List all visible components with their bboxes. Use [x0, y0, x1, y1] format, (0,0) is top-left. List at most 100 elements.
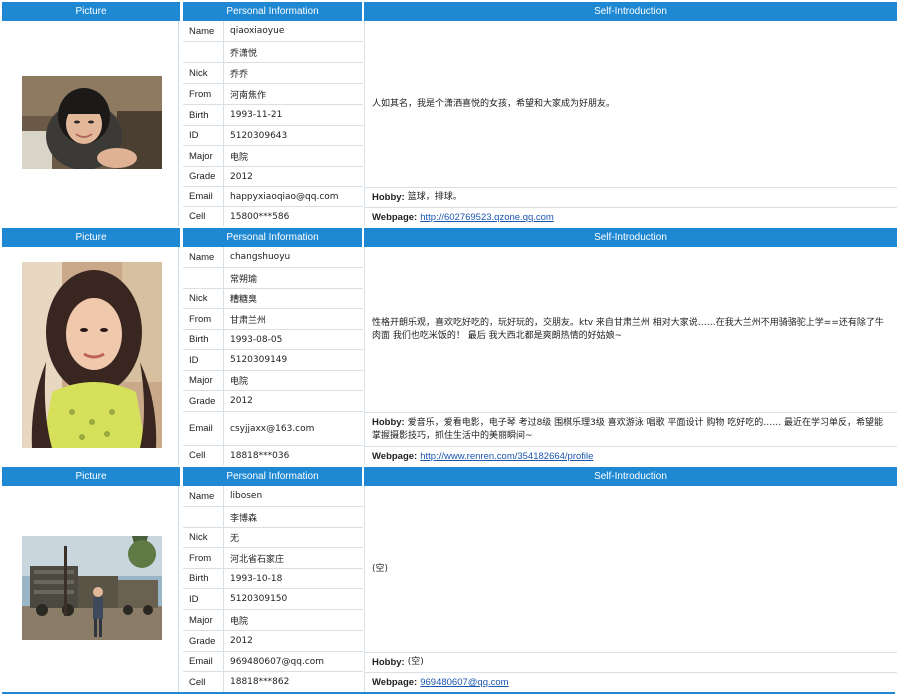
info-row-grade: Grade 2012	[183, 167, 363, 187]
value-nick: 乔乔	[230, 69, 249, 80]
info-row-birth: Birth 1993-08-05	[183, 330, 363, 350]
label-id: ID	[183, 126, 224, 145]
info-row-nick: Nick 无	[183, 528, 363, 548]
info-row-email: Email happyxiaoqiao@qq.com	[183, 187, 363, 207]
value-major: 电院	[230, 377, 249, 387]
profile-card-2: Picture Personal Information Self-Introd…	[2, 228, 897, 465]
info-row-major: Major 电院	[183, 610, 363, 631]
info-row-name: Name changshuoyu	[183, 247, 363, 268]
header-picture: Picture	[2, 2, 180, 21]
value-id: 5120309643	[230, 130, 288, 141]
info-row-birth: Birth 1993-10-18	[183, 569, 363, 589]
label-nick: Nick	[183, 528, 224, 547]
label-nick: Nick	[183, 289, 224, 308]
value-from: 河北省石家庄	[230, 554, 285, 565]
label-nick: Nick	[183, 63, 224, 83]
value-name-en: changshuoyu	[230, 252, 291, 262]
header-self-introduction: Self-Introduction	[364, 467, 897, 486]
value-major: 电院	[230, 152, 249, 163]
info-row-cell: Cell 18818***036	[183, 446, 363, 465]
label-name: Name	[183, 486, 224, 506]
webpage-link[interactable]: 969480607@qq.com	[420, 676, 508, 689]
info-row-birth: Birth 1993-11-21	[183, 105, 363, 126]
photo-cell	[2, 247, 179, 465]
value-birth: 1993-11-21	[230, 110, 283, 120]
label-major: Major	[183, 371, 224, 390]
label-webpage: Webpage:	[372, 211, 418, 223]
value-nick: 无	[230, 534, 240, 544]
label-major: Major	[183, 146, 224, 166]
intro-text: (空)	[364, 486, 897, 652]
label-webpage: Webpage:	[372, 677, 418, 688]
label-name: Name	[183, 21, 224, 41]
info-row-from: From 甘肃兰州	[183, 309, 363, 330]
header-personal-info: Personal Information	[183, 467, 362, 486]
webpage-row: Webpage: http://602769523.qzone.qq.com	[364, 207, 897, 226]
label-from: From	[183, 309, 224, 329]
value-name-en: qiaoxiaoyue	[230, 26, 285, 36]
value-name-cn: 乔潇悦	[230, 48, 258, 59]
value-id: 5120309149	[230, 355, 288, 365]
label-birth: Birth	[183, 569, 224, 588]
value-hobby: 爱音乐，爱看电影，电子琴 考过8级 围棋乐理3级 喜欢游泳 唱歌 平面设计 购物…	[372, 418, 884, 441]
label-grade: Grade	[183, 631, 224, 651]
label-from: From	[183, 84, 224, 104]
bottom-border	[2, 692, 895, 694]
info-row-cell: Cell 18818***862	[183, 672, 363, 692]
label-empty	[183, 268, 224, 288]
label-email: Email	[183, 187, 224, 206]
info-row-from: From 河北省石家庄	[183, 548, 363, 569]
photo-cell	[2, 486, 179, 692]
intro-text: 人如其名，我是个潇洒喜悦的女孩，希望和大家成为好朋友。	[364, 21, 897, 187]
label-cell: Cell	[183, 672, 224, 692]
webpage-link[interactable]: http://www.renren.com/354182664/profile	[420, 450, 593, 463]
label-cell: Cell	[183, 446, 224, 465]
label-birth: Birth	[183, 330, 224, 349]
label-email: Email	[183, 412, 224, 445]
value-name-cn: 常朔瑜	[230, 274, 258, 285]
webpage-row: Webpage: http://www.renren.com/354182664…	[364, 446, 897, 465]
value-cell: 18818***036	[230, 450, 290, 461]
hobby-row: Hobby: (空)	[364, 652, 897, 672]
value-email: happyxiaoqiao@qq.com	[230, 191, 339, 202]
header-self-introduction: Self-Introduction	[364, 2, 897, 21]
value-email: 969480607@qq.com	[230, 656, 325, 667]
info-row-nick: Nick 糟糖臭	[183, 289, 363, 309]
label-major: Major	[183, 610, 224, 630]
value-name-en: libosen	[230, 491, 263, 501]
label-empty	[183, 507, 224, 527]
header-personal-info: Personal Information	[183, 228, 362, 247]
value-cell: 18818***862	[230, 677, 290, 687]
label-empty	[183, 42, 224, 62]
info-row-nick: Nick 乔乔	[183, 63, 363, 84]
info-row-grade: Grade 2012	[183, 391, 363, 412]
info-row-name-cn: 乔潇悦	[183, 42, 363, 63]
info-row-major: Major 电院	[183, 146, 363, 167]
label-hobby: Hobby:	[372, 657, 405, 668]
info-row-id: ID 5120309150	[183, 589, 363, 610]
webpage-link[interactable]: http://602769523.qzone.qq.com	[420, 211, 554, 224]
value-name-cn: 李博森	[230, 513, 258, 524]
info-row-name-cn: 李博森	[183, 507, 363, 528]
info-row-email: Email csyjjaxx@163.com	[183, 412, 363, 446]
value-cell: 15800***586	[230, 211, 290, 222]
label-email: Email	[183, 652, 224, 671]
webpage-row: Webpage: 969480607@qq.com	[364, 672, 897, 692]
label-birth: Birth	[183, 105, 224, 125]
info-row-from: From 河南焦作	[183, 84, 363, 105]
value-grade: 2012	[230, 396, 253, 406]
profile-photo	[22, 536, 162, 640]
header-picture: Picture	[2, 228, 180, 247]
label-hobby: Hobby:	[372, 417, 405, 428]
intro-text: 性格开朗乐观，喜欢吃好吃的，玩好玩的，交朋友。ktv 来自甘肃兰州 相对大家说……	[364, 247, 897, 412]
info-row-id: ID 5120309643	[183, 126, 363, 146]
hobby-row: Hobby: 篮球，排球。	[364, 187, 897, 207]
info-row-cell: Cell 15800***586	[183, 207, 363, 226]
profile-photo	[22, 262, 162, 448]
value-birth: 1993-08-05	[230, 334, 283, 345]
info-row-email: Email 969480607@qq.com	[183, 652, 363, 672]
label-id: ID	[183, 589, 224, 609]
header-picture: Picture	[2, 467, 180, 486]
value-grade: 2012	[230, 171, 253, 182]
hobby-row: Hobby: 爱音乐，爱看电影，电子琴 考过8级 围棋乐理3级 喜欢游泳 唱歌 平…	[364, 412, 897, 446]
